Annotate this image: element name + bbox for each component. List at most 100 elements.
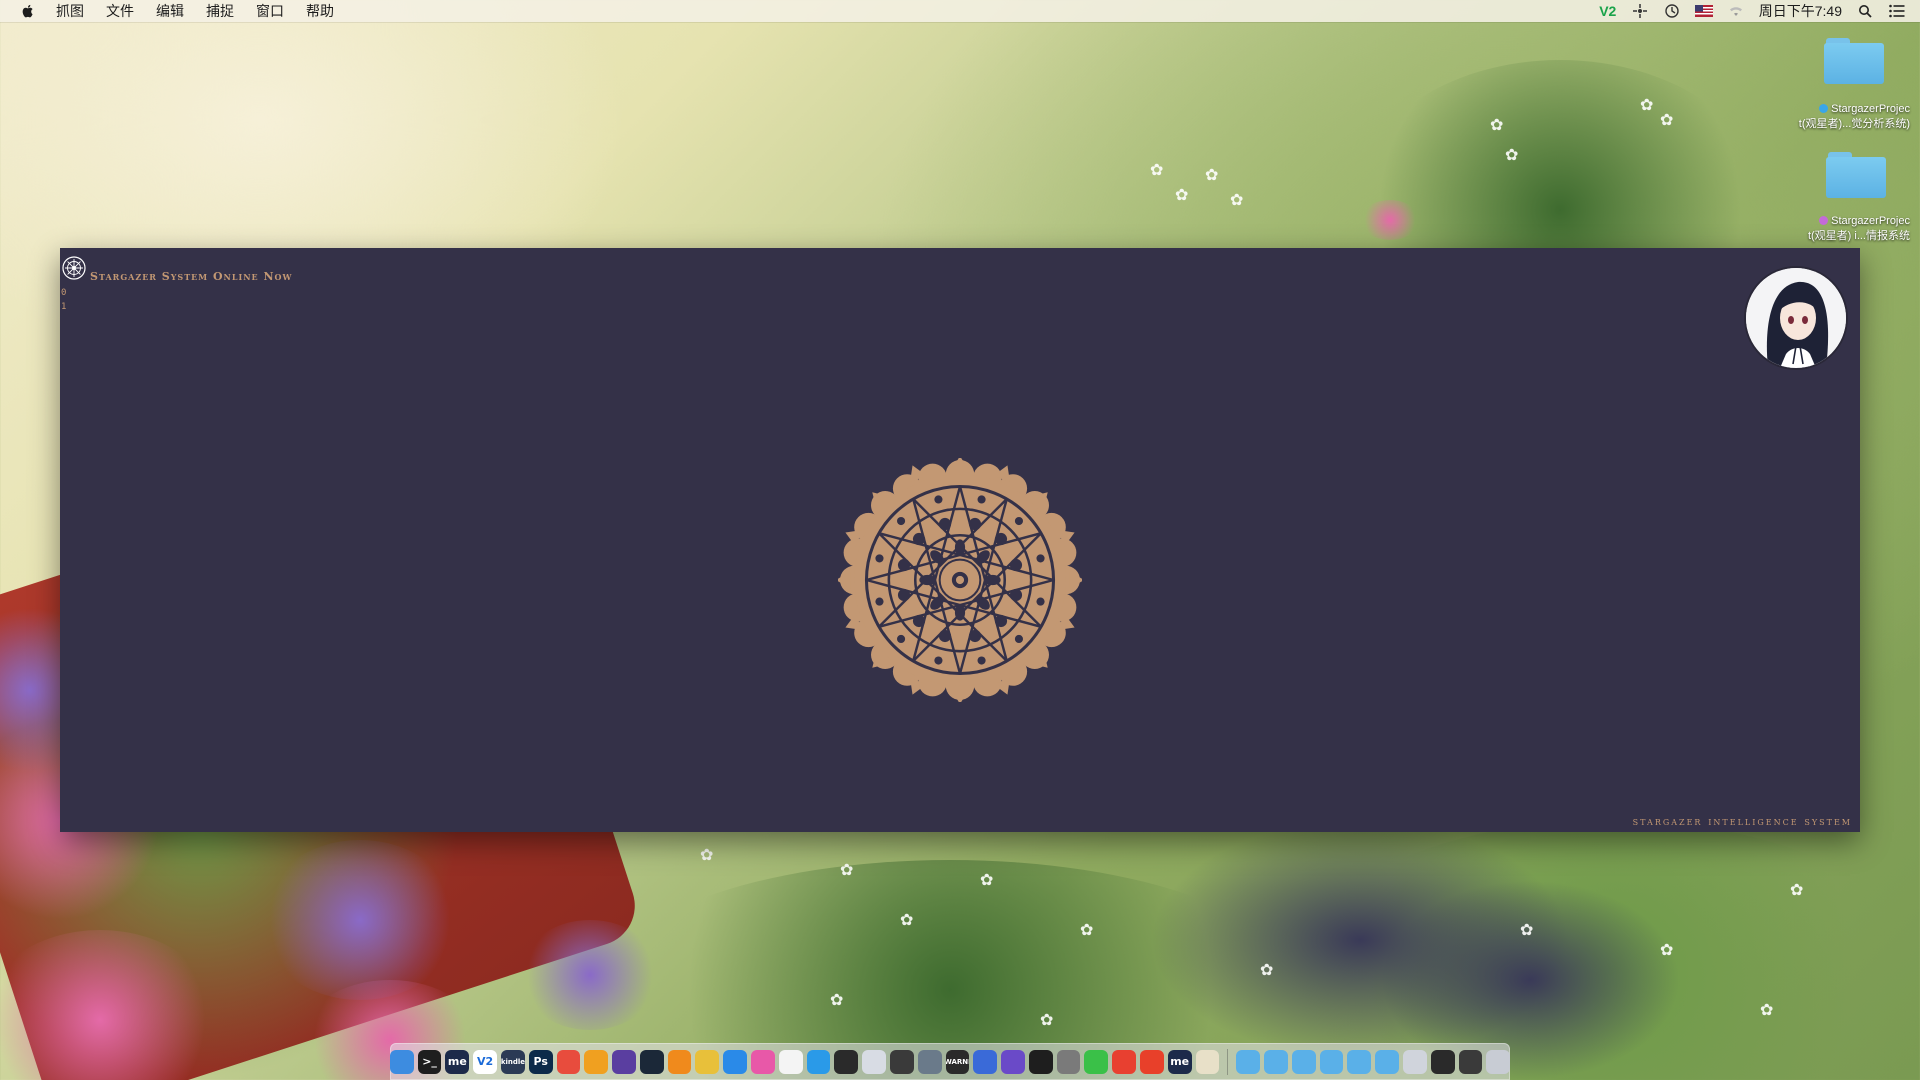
wifi-icon[interactable] bbox=[1727, 3, 1745, 19]
mandala-hole bbox=[1009, 588, 1023, 602]
dock-v2ray-icon[interactable]: V2 bbox=[473, 1049, 498, 1074]
dock-trash-icon[interactable] bbox=[1486, 1049, 1511, 1074]
dock-downloads-stack-icon[interactable] bbox=[1291, 1049, 1316, 1074]
app-status-title: Stargazer System Online Now bbox=[90, 270, 293, 283]
dock-folder-stack-1-icon[interactable] bbox=[1319, 1049, 1344, 1074]
dock-folder-stack-2-icon[interactable] bbox=[1347, 1049, 1372, 1074]
mandala-hole bbox=[897, 588, 911, 602]
dock-itunes-icon[interactable] bbox=[751, 1049, 775, 1074]
dock-preview-icon[interactable] bbox=[1195, 1049, 1220, 1074]
dock-steam-icon[interactable] bbox=[639, 1049, 664, 1074]
dock-applications-stack-icon[interactable] bbox=[1236, 1049, 1261, 1074]
mandala-hole bbox=[1014, 634, 1024, 644]
spotlight-search-icon[interactable] bbox=[1856, 3, 1874, 19]
mandala-hole bbox=[912, 614, 926, 628]
menu-item-capture[interactable]: 捕捉 bbox=[206, 1, 234, 21]
mandala-hole bbox=[934, 495, 943, 504]
mandala-hole bbox=[897, 558, 911, 572]
tag-dot bbox=[1819, 216, 1829, 225]
dock-activity-monitor-icon[interactable] bbox=[1028, 1049, 1053, 1074]
menu-item-file[interactable]: 文件 bbox=[106, 1, 134, 21]
app-footer-label: stargazer intelligence system bbox=[1632, 814, 1852, 828]
dock-netease-music-icon[interactable] bbox=[1112, 1049, 1136, 1074]
time-machine-icon[interactable] bbox=[1663, 3, 1681, 19]
dock-console-stack-icon[interactable] bbox=[1458, 1049, 1483, 1074]
folder-icon bbox=[1826, 152, 1886, 198]
mandala-hole bbox=[1036, 554, 1045, 563]
dock-me-app-icon[interactable]: me bbox=[445, 1049, 470, 1074]
dock-weibo-icon[interactable] bbox=[1139, 1049, 1164, 1074]
dock-chrome-icon[interactable] bbox=[695, 1049, 720, 1074]
dock-xcode-icon[interactable] bbox=[1001, 1049, 1025, 1074]
mandala-center-dot bbox=[955, 575, 965, 585]
mandala-hole bbox=[919, 574, 936, 586]
dock-sketch-icon[interactable] bbox=[584, 1049, 609, 1074]
dock-safari-icon[interactable] bbox=[723, 1049, 748, 1074]
v2ray-status-icon[interactable]: V2 bbox=[1599, 3, 1617, 19]
mandala-hole bbox=[994, 614, 1008, 628]
desktop-folder-label: StargazerProjec t(观星者) i...情报系统 bbox=[1807, 215, 1910, 242]
mandala-hole bbox=[938, 517, 952, 531]
menu-item-app[interactable]: 抓图 bbox=[56, 1, 84, 21]
dock-screenshot-icon[interactable] bbox=[556, 1049, 581, 1074]
mandala-emblem bbox=[838, 458, 1082, 702]
dock-separator bbox=[1227, 1048, 1229, 1075]
dock-system-preferences-icon[interactable] bbox=[1056, 1049, 1081, 1074]
dock-image-viewer-icon[interactable] bbox=[889, 1049, 914, 1074]
dock-kindle-icon[interactable]: kindle bbox=[501, 1049, 525, 1074]
mandala-hole bbox=[968, 629, 982, 643]
mandala-hole bbox=[912, 532, 926, 546]
status-area: V2 周日下午7:49 bbox=[1599, 0, 1906, 22]
dock-item-label: kindle bbox=[501, 1057, 525, 1066]
dock-folder-stack-3-icon[interactable] bbox=[1375, 1049, 1399, 1074]
mandala-hole bbox=[934, 656, 943, 665]
mandala-hole bbox=[1036, 597, 1045, 606]
dock-item-label: me bbox=[1170, 1055, 1190, 1068]
dock-scanner-icon[interactable] bbox=[917, 1049, 942, 1074]
network-status-icon[interactable] bbox=[1631, 3, 1649, 19]
stargazer-app-window[interactable]: Stargazer System Online Now 0 1 stargaze… bbox=[60, 248, 1860, 832]
dock-photos-icon[interactable] bbox=[778, 1049, 803, 1074]
mandala-hole bbox=[1009, 558, 1023, 572]
dock-terminal-stack-icon[interactable] bbox=[1430, 1049, 1455, 1074]
mandala-hole bbox=[984, 574, 1001, 586]
notification-center-icon[interactable] bbox=[1888, 3, 1906, 19]
dock-vinyl-icon[interactable] bbox=[834, 1049, 859, 1074]
mandala-hole bbox=[896, 516, 906, 526]
dock-ibooks-icon[interactable] bbox=[667, 1049, 692, 1074]
dock-wechat-icon[interactable] bbox=[1084, 1049, 1109, 1074]
dock-mail-icon[interactable] bbox=[862, 1049, 886, 1074]
dock-item-label: V2 bbox=[477, 1055, 494, 1068]
mandala-hole bbox=[938, 629, 952, 643]
dock-keynote-icon[interactable] bbox=[973, 1049, 998, 1074]
dock-photoshop-icon[interactable]: Ps bbox=[528, 1049, 553, 1074]
avatar-portrait bbox=[1746, 268, 1846, 368]
dock-item-label: >_ bbox=[422, 1055, 437, 1068]
dock-app-store-icon[interactable] bbox=[806, 1049, 831, 1074]
desktop-folder-label: StargazerProjec t(观星者)...觉分析系统) bbox=[1798, 103, 1910, 130]
dock-me-app-2-icon[interactable]: me bbox=[1167, 1049, 1192, 1074]
menu-item-window[interactable]: 窗口 bbox=[256, 1, 284, 21]
mandala-hole bbox=[954, 604, 966, 621]
apple-icon[interactable] bbox=[20, 3, 36, 19]
stargazer-logo-icon[interactable] bbox=[62, 256, 86, 280]
app-log-line: 1 bbox=[61, 302, 67, 312]
menubar-clock[interactable]: 周日下午7:49 bbox=[1759, 1, 1842, 21]
mandala-hole bbox=[977, 495, 986, 504]
menu-item-help[interactable]: 帮助 bbox=[306, 1, 334, 21]
dock-documents-stack-icon[interactable] bbox=[1264, 1049, 1288, 1074]
menu-item-edit[interactable]: 编辑 bbox=[156, 1, 184, 21]
mandala-hole bbox=[977, 656, 986, 665]
dock-terminal-icon[interactable]: >_ bbox=[417, 1049, 442, 1074]
avatar[interactable] bbox=[1746, 268, 1846, 368]
dock-console-icon[interactable]: WARNI bbox=[945, 1049, 970, 1074]
dock-item-label: me bbox=[447, 1055, 467, 1068]
mandala-hole bbox=[896, 634, 906, 644]
dock-github-icon[interactable] bbox=[612, 1049, 636, 1074]
dock-screenshot-stack-icon[interactable] bbox=[1403, 1049, 1427, 1074]
mandala-hole bbox=[875, 554, 884, 563]
menu-bar: 抓图 文件 编辑 捕捉 窗口 帮助 V2 周日下午7:49 bbox=[0, 0, 1920, 22]
dock-item-label: WARNI bbox=[945, 1057, 970, 1066]
us-flag-icon[interactable] bbox=[1694, 3, 1713, 19]
dock-finder-icon[interactable] bbox=[389, 1049, 414, 1074]
